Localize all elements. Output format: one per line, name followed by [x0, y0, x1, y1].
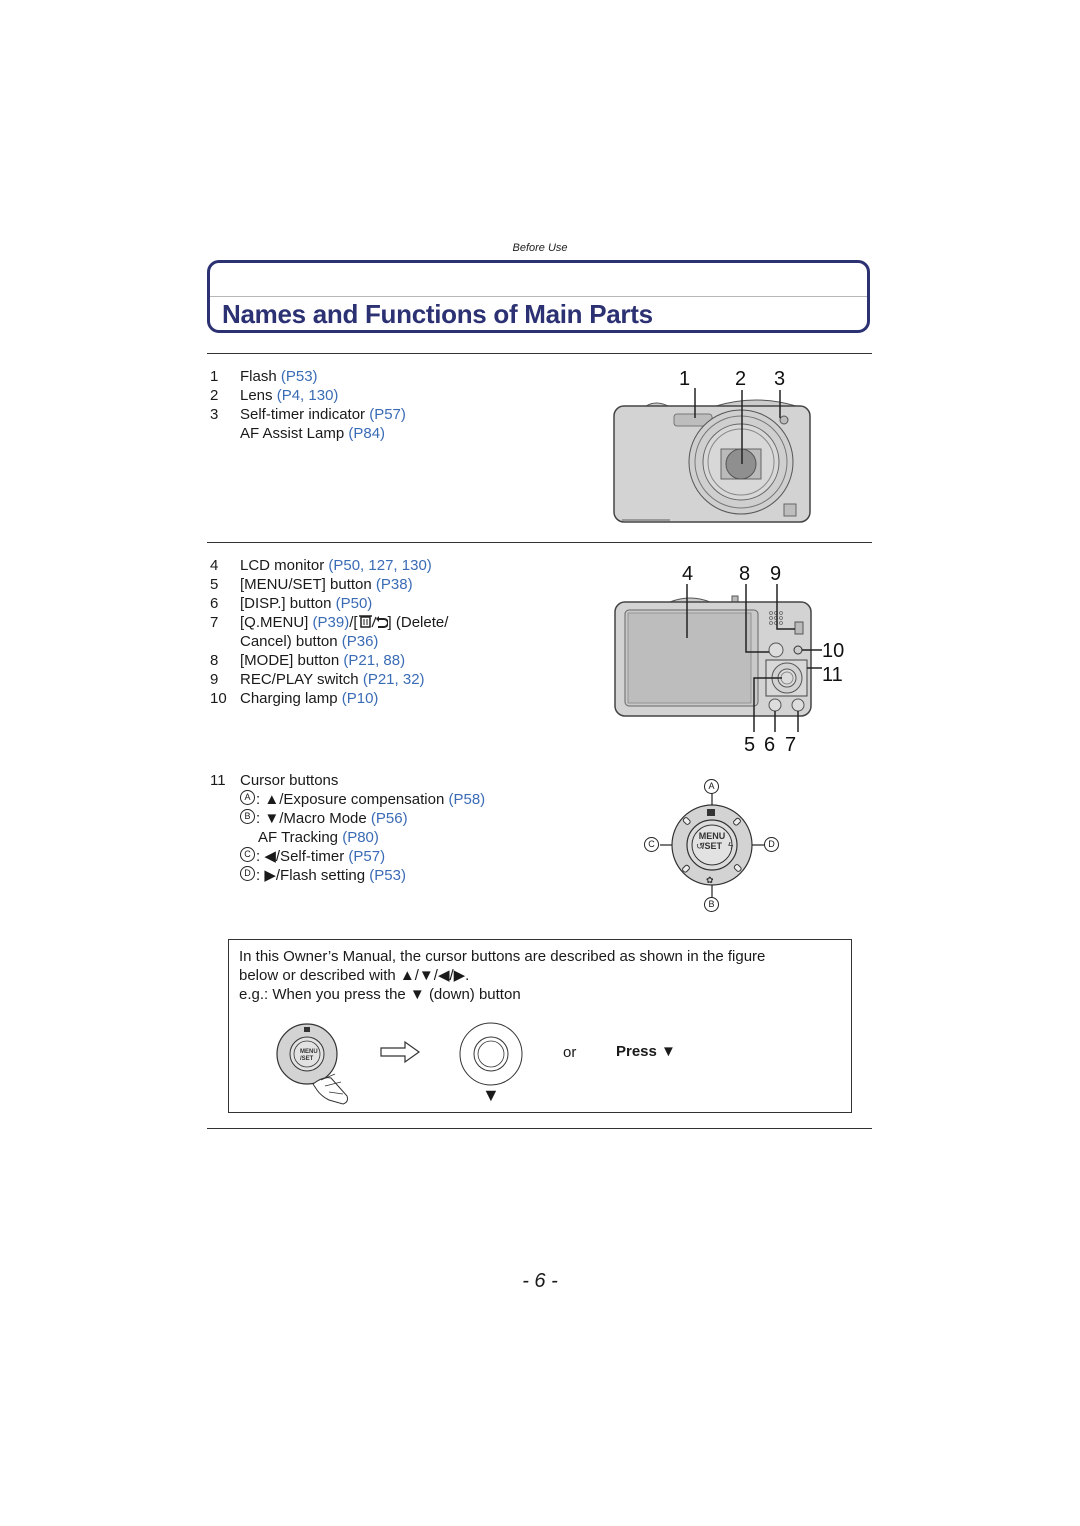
key-badge: C — [240, 847, 255, 862]
page-reference-link[interactable]: (P39) — [313, 613, 350, 632]
note-text: In this Owner’s Manual, the cursor butto… — [239, 948, 766, 1003]
page-reference-link[interactable]: (P56) — [371, 809, 408, 828]
front-parts-list: 1 Flash (P53) 2 Lens (P4, 130) 3 Self-timer… — [210, 367, 406, 443]
note-box: In this Owner’s Manual, the cursor butto… — [228, 939, 852, 1113]
page-title: Names and Functions of Main Parts — [222, 299, 653, 329]
trash-undo-icon — [358, 615, 388, 628]
page-reference-link[interactable]: (P53) — [369, 866, 406, 885]
list-item: 4 LCD monitor (P50, 127, 130) — [210, 556, 432, 575]
page-reference-link[interactable]: (P84) — [348, 424, 385, 443]
list-item: 3 Self-timer indicator (P57) — [210, 405, 406, 424]
page-reference-link[interactable]: (P80) — [342, 828, 379, 847]
page-reference-link[interactable]: (P4, 130) — [277, 386, 339, 405]
svg-text:/SET: /SET — [300, 1056, 314, 1062]
dial-press-icon: MENU /SET — [276, 1023, 348, 1105]
page-reference-link[interactable]: (P50, 127, 130) — [328, 556, 431, 575]
page-reference-link[interactable]: (P50) — [336, 594, 373, 613]
key-badge-c: C — [644, 837, 659, 852]
key-badge-b: B — [704, 897, 719, 912]
page-reference-link[interactable]: (P21, 88) — [343, 651, 405, 670]
page-reference-link[interactable]: (P57) — [348, 847, 385, 866]
divider — [207, 542, 872, 543]
arrow-right-icon — [380, 1040, 421, 1064]
list-item: 11 Cursor buttons — [210, 772, 339, 789]
svg-text:✿: ✿ — [706, 875, 714, 885]
down-arrow-icon: ▼ — [482, 1085, 500, 1105]
list-item: 8 [MODE] button (P21, 88) — [210, 651, 406, 670]
list-item: 7 [Q.MENU] (P39)/[] (Delete/ — [210, 613, 449, 632]
title-divider — [210, 296, 867, 297]
list-item: C: ◀/Self-timer (P57) — [240, 847, 485, 866]
divider — [207, 353, 872, 354]
list-item: D: ▶/Flash setting (P53) — [240, 866, 485, 885]
cursor-dial-illustration: ↺ ϟ ✿ MENU/SET A B C D — [640, 775, 780, 915]
divider — [207, 1128, 872, 1129]
page-reference-link[interactable]: (P36) — [342, 632, 379, 651]
camera-front-icon — [613, 388, 811, 523]
camera-rear-illustration: 4 8 9 10 11 5 6 7 — [610, 560, 850, 760]
key-badge-a: A — [704, 779, 719, 794]
title-box: Names and Functions of Main Parts — [207, 260, 870, 333]
key-badge: B — [240, 809, 255, 824]
section-label: Before Use — [512, 242, 568, 254]
list-item: 6 [DISP.] button (P50) — [210, 594, 373, 613]
key-badge-d: D — [764, 837, 779, 852]
list-item: 10 Charging lamp (P10) — [210, 689, 379, 708]
camera-rear-icon — [614, 584, 822, 732]
svg-text:MENU: MENU — [300, 1049, 318, 1055]
list-item: AF Tracking (P80) — [258, 828, 379, 847]
page-reference-link[interactable]: (P38) — [376, 575, 413, 594]
menu-set-label: MENU/SET — [698, 831, 726, 851]
rear-parts-list: 4 LCD monitor (P50, 127, 130) 5 [MENU/SET]… — [210, 556, 448, 708]
key-badge: A — [240, 790, 255, 805]
page-reference-link[interactable]: (P58) — [448, 790, 485, 809]
cursor-buttons-list: 11 Cursor buttons A: ▲/Exposure compensat… — [210, 771, 485, 885]
list-item: 9 REC/PLAY switch (P21, 32) — [210, 670, 425, 689]
list-item: Cancel) button (P36) — [240, 632, 379, 651]
page-number: - 6 - — [522, 1270, 558, 1292]
list-item: 5 [MENU/SET] button (P38) — [210, 575, 413, 594]
or-label: or — [563, 1044, 577, 1061]
list-item: 1 Flash (P53) — [210, 367, 318, 386]
page-reference-link[interactable]: (P10) — [342, 689, 379, 708]
press-down-label: Press ▼ — [616, 1043, 676, 1060]
list-item: AF Assist Lamp (P84) — [240, 424, 386, 443]
page-reference-link[interactable]: (P53) — [281, 367, 318, 386]
camera-front-illustration: 1 2 3 — [608, 368, 818, 528]
list-item: 2 Lens (P4, 130) — [210, 386, 339, 405]
key-badge: D — [240, 866, 255, 881]
list-item: B: ▼/Macro Mode (P56) — [240, 809, 485, 828]
page-reference-link[interactable]: (P57) — [369, 405, 406, 424]
list-item: A: ▲/Exposure compensation (P58) — [240, 790, 485, 809]
page-reference-link[interactable]: (P21, 32) — [363, 670, 425, 689]
